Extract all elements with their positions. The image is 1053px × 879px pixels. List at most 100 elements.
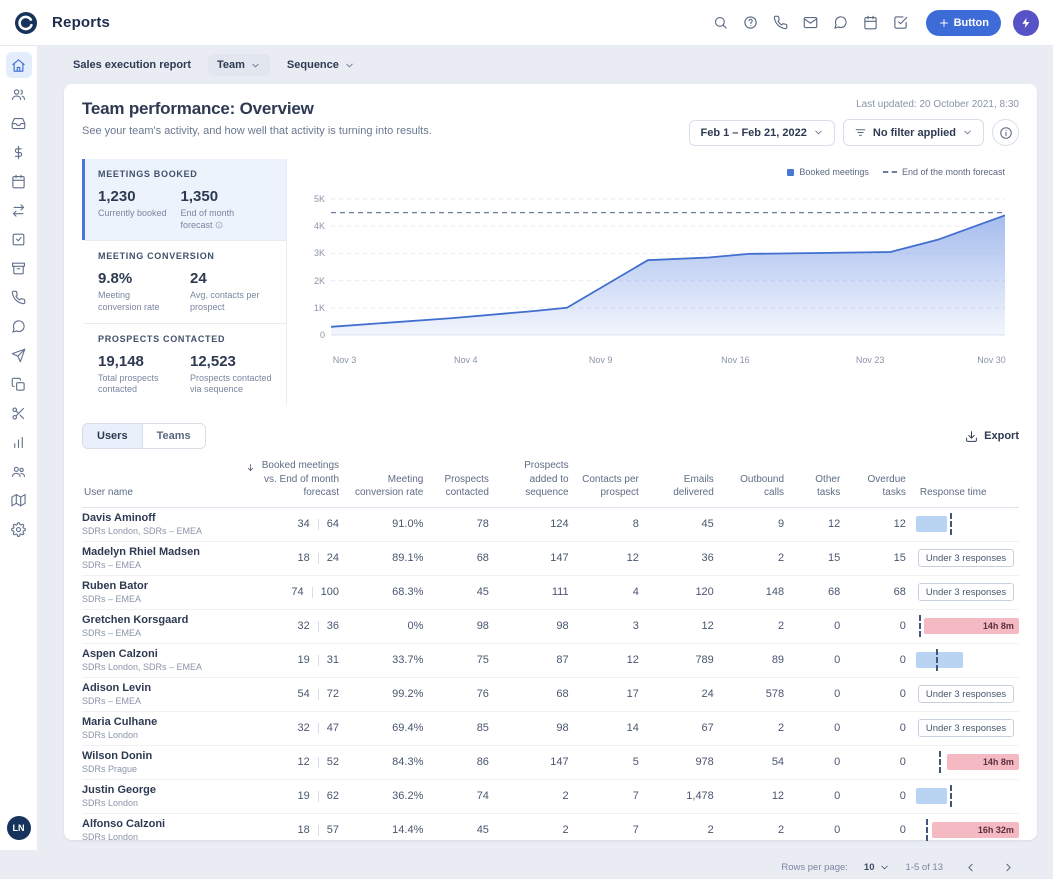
date-range-label: Feb 1 – Feb 21, 2022	[700, 127, 806, 139]
sidebar-item-users[interactable]	[6, 81, 32, 107]
header-cell[interactable]: Contacts per prospect	[579, 473, 649, 500]
tab-users[interactable]: Users	[83, 424, 142, 448]
cell-prospects-added: 2	[499, 824, 579, 836]
header-cell[interactable]: Other tasks	[794, 473, 850, 500]
header-cell[interactable]: Prospects contacted	[433, 473, 499, 500]
table-row[interactable]: Gretchen KorsgaardSDRs – EMEA32360%98983…	[82, 610, 1019, 644]
table-row[interactable]: Davis AminoffSDRs London, SDRs – EMEA346…	[82, 508, 1019, 542]
cell-overdue-tasks: 0	[850, 688, 916, 700]
chart-x-axis: Nov 3Nov 4Nov 9Nov 16Nov 23Nov 30	[331, 353, 1005, 371]
export-button[interactable]: Export	[965, 430, 1019, 443]
user-cell: Madelyn Rhiel MadsenSDRs – EMEA	[82, 546, 246, 570]
sidebar-item-arrows[interactable]	[6, 197, 32, 223]
stat-card-prospects-contacted[interactable]: PROSPECTS CONTACTED19,148Total prospects…	[82, 323, 286, 405]
table-row[interactable]: Wilson DoninSDRs Prague125284.3%86147597…	[82, 746, 1019, 780]
cell-outbound-calls: 9	[724, 518, 794, 530]
table-row[interactable]: Justin GeorgeSDRs London196236.2%74271,4…	[82, 780, 1019, 814]
sidebar-item-bar-chart[interactable]	[6, 429, 32, 455]
response-bar: 14h 8m	[947, 754, 1019, 770]
sidebar-item-home[interactable]	[6, 52, 32, 78]
table-row[interactable]: Maria CulhaneSDRs London324769.4%8598146…	[82, 712, 1019, 746]
header-cell[interactable]: Meeting conversion rate	[349, 473, 433, 500]
booked-value: 32	[298, 722, 310, 734]
tab-team[interactable]: Team	[208, 54, 270, 76]
header-cell[interactable]: Response time	[916, 486, 1019, 500]
sidebar-item-dollar[interactable]	[6, 139, 32, 165]
viz-row: MEETINGS BOOKED1,230Currently booked1,35…	[82, 159, 1019, 405]
user-name: Gretchen Korsgaard	[82, 614, 236, 626]
metric-value: 1,230	[98, 188, 167, 205]
topbar: Reports Button	[0, 0, 1053, 46]
report-subnav: Sales execution report Team Sequence	[64, 52, 1037, 78]
header-cell[interactable]: Prospects added to sequence	[499, 459, 579, 500]
response-marker	[950, 785, 952, 807]
value-divider	[318, 723, 319, 734]
metric-value: 12,523	[190, 353, 276, 370]
value-divider	[318, 655, 319, 666]
tab-teams[interactable]: Teams	[142, 424, 205, 448]
sidebar-item-chat[interactable]	[6, 313, 32, 339]
user-team: SDRs – EMEA	[82, 696, 236, 706]
x-axis-label: Nov 23	[856, 355, 885, 365]
cell-response-time	[916, 515, 1019, 533]
header-cell[interactable]: Overdue tasks	[850, 473, 916, 500]
filter-button[interactable]: No filter applied	[843, 119, 984, 146]
booked-meetings-chart: 01K2K3K4K5K	[331, 189, 1005, 347]
info-button[interactable]	[992, 119, 1019, 146]
report-subtitle: See your team's activity, and how well t…	[82, 125, 432, 137]
y-axis-label: 2K	[303, 276, 325, 286]
pagination: Rows per page: 10 1-5 of 13	[82, 857, 1019, 879]
stat-card-meetings-booked[interactable]: MEETINGS BOOKED1,230Currently booked1,35…	[82, 159, 286, 240]
card-header: Team performance: Overview See your team…	[82, 99, 1019, 146]
avatar[interactable]: LN	[7, 816, 31, 840]
sidebar-item-send[interactable]	[6, 342, 32, 368]
tab-sales-execution-report[interactable]: Sales execution report	[64, 54, 200, 76]
spark-button[interactable]	[1013, 10, 1039, 36]
cell-conversion-rate: 89.1%	[349, 552, 433, 564]
sidebar-item-check-square[interactable]	[6, 226, 32, 252]
table-row[interactable]: Adison LevinSDRs – EMEA547299.2%76681724…	[82, 678, 1019, 712]
chat-icon[interactable]	[828, 10, 854, 36]
date-range-button[interactable]: Feb 1 – Feb 21, 2022	[689, 120, 834, 146]
sidebar-item-copy[interactable]	[6, 371, 32, 397]
next-page-button[interactable]	[997, 857, 1019, 879]
y-axis-label: 3K	[303, 248, 325, 258]
header-cell[interactable]: Outbound calls	[724, 473, 794, 500]
info-icon[interactable]	[215, 220, 223, 230]
search-icon[interactable]	[708, 10, 734, 36]
sidebar-item-calendar[interactable]	[6, 168, 32, 194]
help-icon[interactable]	[738, 10, 764, 36]
tab-sequence[interactable]: Sequence	[278, 54, 364, 76]
sidebar-item-scissors[interactable]	[6, 400, 32, 426]
stat-card-meeting-conversion[interactable]: MEETING CONVERSION9.8%Meeting conversion…	[82, 240, 286, 322]
primary-button[interactable]: Button	[926, 10, 1001, 36]
mail-icon[interactable]	[798, 10, 824, 36]
header-cell[interactable]: Booked meetings vs. End of month forecas…	[246, 459, 349, 500]
prev-page-button[interactable]	[959, 857, 981, 879]
stat-metric: 19,148Total prospects contacted	[98, 353, 176, 396]
task-icon[interactable]	[888, 10, 914, 36]
table-row[interactable]: Aspen CalzoniSDRs London, SDRs – EMEA193…	[82, 644, 1019, 678]
sidebar-item-inbox[interactable]	[6, 110, 32, 136]
table-row[interactable]: Ruben BatorSDRs – EMEA7410068.3%45111412…	[82, 576, 1019, 610]
x-axis-label: Nov 30	[977, 355, 1006, 365]
calendar-icon[interactable]	[858, 10, 884, 36]
value-divider	[318, 757, 319, 768]
sidebar-item-phone[interactable]	[6, 284, 32, 310]
table-row[interactable]: Madelyn Rhiel MadsenSDRs – EMEA182489.1%…	[82, 542, 1019, 576]
cell-prospects-added: 124	[499, 518, 579, 530]
rows-per-page-select[interactable]: 10	[864, 862, 890, 873]
sidebar-item-gear[interactable]	[6, 516, 32, 542]
app-logo-icon[interactable]	[14, 11, 38, 35]
sidebar-item-map[interactable]	[6, 487, 32, 513]
user-cell: Ruben BatorSDRs – EMEA	[82, 580, 246, 604]
cell-outbound-calls: 578	[724, 688, 794, 700]
phone-icon[interactable]	[768, 10, 794, 36]
booked-value: 32	[298, 620, 310, 632]
header-cell[interactable]: User name	[82, 486, 246, 500]
table-row[interactable]: Alfonso CalzoniSDRs London185714.4%45272…	[82, 814, 1019, 848]
sidebar-item-archive[interactable]	[6, 255, 32, 281]
sidebar-item-people[interactable]	[6, 458, 32, 484]
header-cell[interactable]: Emails delivered	[649, 473, 724, 500]
metric-value: 24	[190, 270, 276, 287]
